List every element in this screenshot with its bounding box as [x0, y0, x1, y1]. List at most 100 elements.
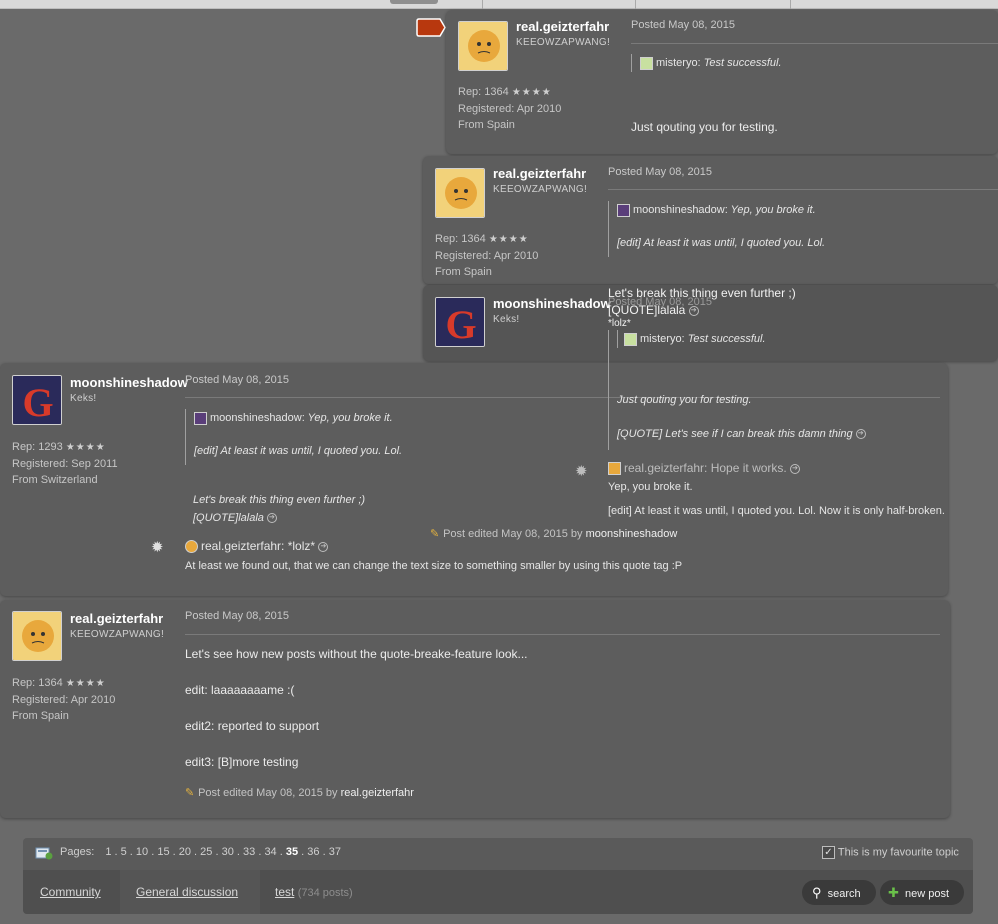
page-link[interactable]: 30: [222, 846, 234, 858]
arrow-icon[interactable]: ➔: [855, 429, 866, 440]
post-text: [QUOTE]lalala ➔: [608, 302, 796, 319]
quote-author[interactable]: moonshineshadow:: [633, 204, 728, 216]
page-link[interactable]: 36: [307, 846, 319, 858]
favourite-toggle[interactable]: ✓ This is my favourite topic: [822, 846, 959, 859]
arrow-icon[interactable]: ➔: [266, 513, 277, 524]
user-meta: Rep: 1364 ★★★★ Registered: Apr 2010 From…: [458, 84, 561, 133]
avatar: G: [435, 297, 485, 347]
username[interactable]: real.geizterfahr: [493, 166, 586, 181]
user-title: KEEOWZAPWANG!: [516, 37, 611, 48]
post-text: At least we found out, that we can chang…: [185, 560, 683, 572]
search-label: search: [827, 888, 861, 900]
edited-by[interactable]: real.geizterfahr: [341, 787, 414, 799]
divider: [631, 43, 998, 44]
posted-date: Posted May 08, 2015: [185, 374, 289, 386]
page-link[interactable]: 33: [243, 846, 255, 858]
page-link[interactable]: 25: [200, 846, 212, 858]
top-tab[interactable]: [390, 0, 438, 4]
pager: Pages: 1 . 5 . 10 . 15 . 20 . 25 . 30 . …: [60, 846, 341, 858]
arrow-icon[interactable]: ➔: [688, 305, 699, 316]
page-link[interactable]: 15: [157, 846, 169, 858]
search-button[interactable]: ⚲ search: [802, 880, 876, 905]
svg-text:G: G: [445, 302, 476, 347]
arrow-icon[interactable]: ➔: [318, 541, 329, 552]
quote-author[interactable]: misteryo:: [656, 57, 701, 69]
registered: Registered: Apr 2010: [435, 250, 539, 262]
page-link[interactable]: 10: [136, 846, 148, 858]
username[interactable]: real.geizterfahr: [70, 611, 163, 626]
favourite-label: This is my favourite topic: [837, 846, 959, 859]
location: From Switzerland: [12, 474, 98, 486]
username[interactable]: real.geizterfahr: [516, 19, 609, 34]
quote-text: Yep, you broke it.: [307, 412, 393, 424]
post-count: (734 posts): [297, 887, 353, 899]
registered: Registered: Sep 2011: [12, 458, 118, 470]
edited-by[interactable]: moonshineshadow: [586, 528, 678, 540]
page-link[interactable]: 37: [329, 846, 341, 858]
page-current: 35: [285, 846, 299, 858]
page-link[interactable]: 1: [105, 846, 111, 858]
avatar: [624, 332, 637, 346]
divider: [790, 0, 791, 9]
gear-icon[interactable]: ✹: [151, 538, 164, 556]
avatar: [608, 462, 621, 476]
post-edited: ✎ Post edited May 08, 2015 by moonshines…: [430, 528, 678, 540]
location: From Spain: [12, 710, 69, 722]
post-edited: ✎ Post edited May 08, 2015 by real.geizt…: [185, 787, 414, 799]
quote-text: Yep, you broke it.: [730, 204, 816, 216]
broken-quote-text: Let's break this thing even further ;) […: [608, 285, 796, 329]
reply-flag-icon[interactable]: [416, 18, 446, 37]
page-link[interactable]: 20: [179, 846, 191, 858]
username[interactable]: moonshineshadow: [493, 296, 611, 311]
quote-author[interactable]: real.geizterfahr:: [201, 539, 284, 553]
new-post-button[interactable]: ✚ new post: [880, 880, 964, 905]
username[interactable]: moonshineshadow: [70, 375, 188, 390]
pencil-icon: ✎: [185, 787, 195, 799]
post-text: edit3: [B]more testing: [185, 755, 299, 769]
user-title: Keks!: [70, 393, 97, 404]
pages-label: Pages:: [60, 846, 95, 858]
stars-icon: ★★★★: [65, 442, 106, 453]
gear-icon[interactable]: ✹: [575, 462, 588, 480]
location: From Spain: [435, 266, 492, 278]
new-post-label: new post: [904, 888, 949, 900]
breadcrumb-community[interactable]: Community: [40, 885, 101, 899]
user-title: KEEOWZAPWANG!: [70, 629, 165, 640]
quote-text: Just qouting you for testing.: [617, 394, 752, 406]
avatar: [12, 611, 62, 661]
post-text: Let's see how new posts without the quot…: [185, 647, 528, 661]
rep: Rep: 1364: [458, 86, 509, 98]
posted-date: Posted May 08, 2015: [185, 610, 289, 622]
plus-icon: ✚: [888, 885, 899, 900]
page-link[interactable]: 34: [264, 846, 276, 858]
quote-edit-text: [edit] At least it was until, I quoted y…: [194, 445, 403, 457]
rep: Rep: 1364: [435, 233, 486, 245]
quote-author[interactable]: misteryo:: [640, 333, 685, 345]
rep: Rep: 1293: [12, 441, 63, 453]
posted-date: Posted May 08, 2015: [631, 19, 735, 31]
arrow-icon[interactable]: ➔: [790, 463, 801, 474]
breadcrumb-topic: test (734 posts): [275, 885, 353, 899]
divider: [482, 0, 483, 9]
user-title: Keks!: [493, 314, 520, 325]
topic-link[interactable]: test: [275, 885, 294, 899]
quote-author[interactable]: real.geizterfahr:: [624, 461, 707, 475]
pages-icon: [35, 846, 53, 860]
post-text: Just qouting you for testing.: [631, 120, 778, 134]
avatar: [617, 203, 630, 217]
quote-author[interactable]: moonshineshadow:: [210, 412, 305, 424]
registered: Registered: Apr 2010: [458, 103, 562, 115]
top-strip: [0, 0, 998, 9]
post-text: edit: laaaaaaaame :(: [185, 683, 295, 697]
post-text: Yep, you broke it.: [608, 481, 693, 493]
stars-icon: ★★★★: [511, 87, 552, 98]
checkbox-icon[interactable]: ✓: [822, 846, 835, 859]
inline-quote: real.geizterfahr: Hope it works. ➔: [608, 461, 801, 476]
nested-quote: misteryo: Test successful.: [631, 54, 782, 72]
quote-text: [QUOTE] Let's see if I can break this da…: [617, 428, 943, 440]
nested-quote: misteryo: Test successful. Just qouting …: [608, 330, 943, 450]
breadcrumb-general-discussion[interactable]: General discussion: [136, 885, 238, 899]
page-link[interactable]: 5: [121, 846, 127, 858]
pencil-icon: ✎: [430, 528, 440, 540]
nested-quote: moonshineshadow: Yep, you broke it. [edi…: [608, 201, 998, 257]
